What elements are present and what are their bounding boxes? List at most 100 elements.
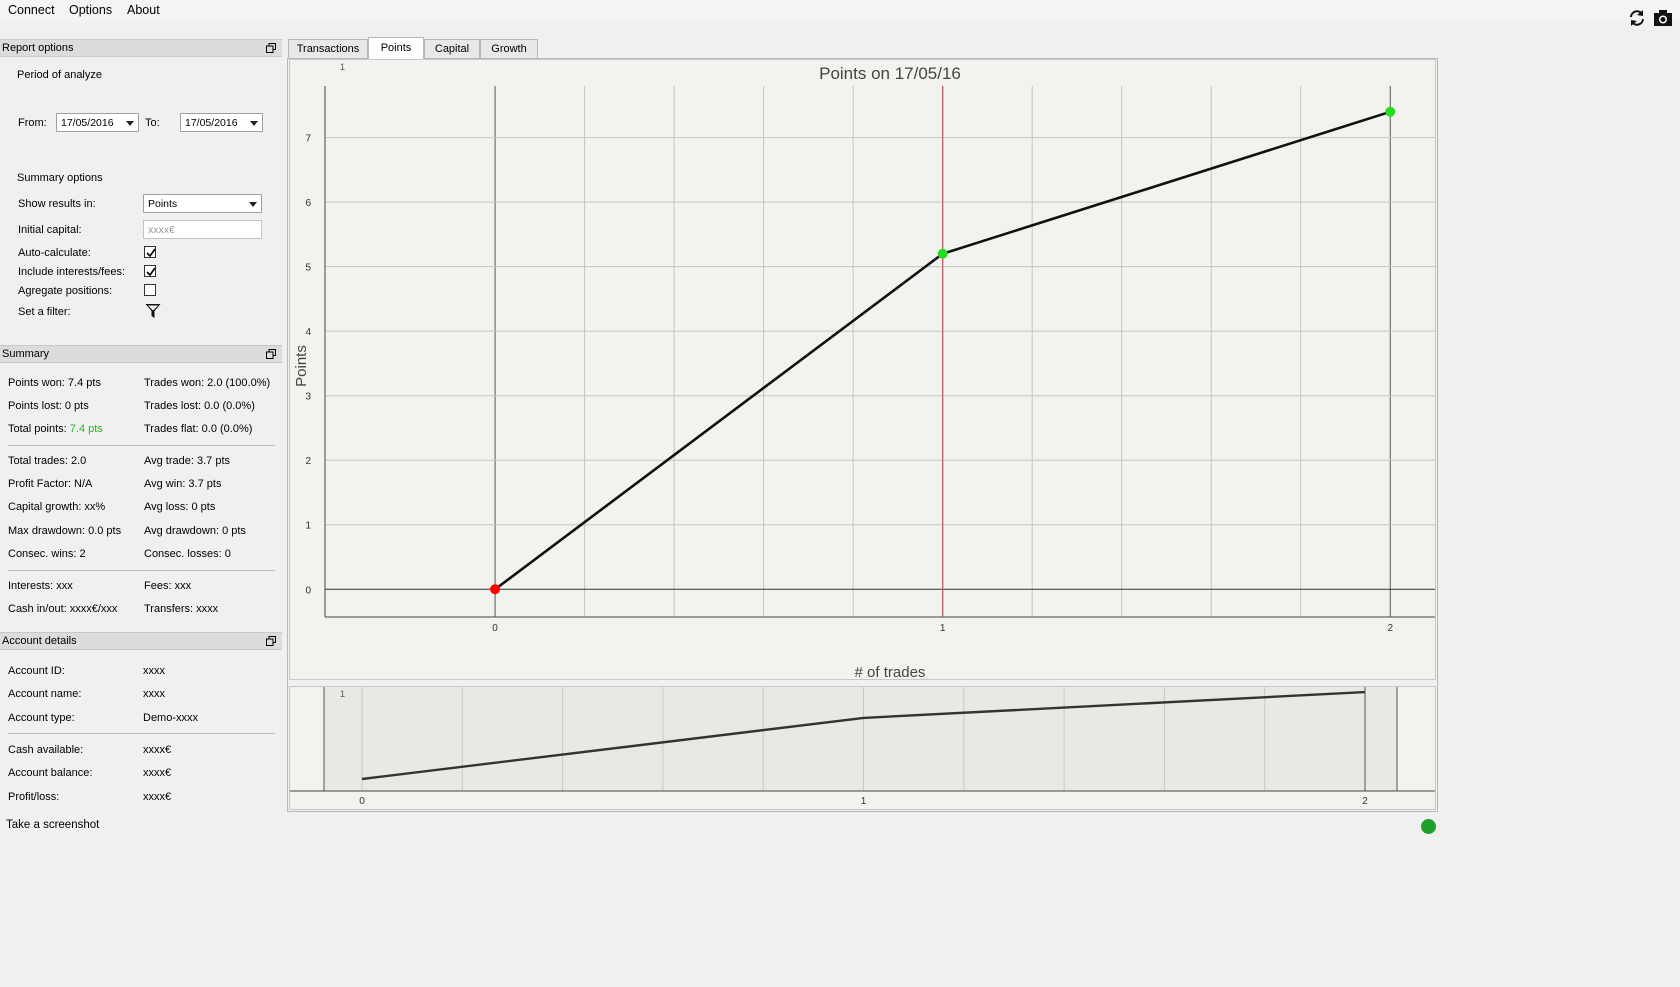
points-won: Points won: 7.4 pts (8, 377, 101, 389)
trades-won: Trades won: 2.0 (100.0%) (144, 377, 271, 389)
points-lost: Points lost: 0 pts (8, 400, 89, 412)
refresh-icon[interactable] (1627, 8, 1647, 28)
account-type-value: Demo-xxxx (143, 712, 199, 724)
from-date-value: 17/05/2016 (61, 117, 114, 129)
separator (8, 445, 275, 446)
account-name-value: xxxx (143, 688, 165, 700)
x-axis-label: # of trades (855, 664, 926, 681)
menu-connect[interactable]: Connect (8, 2, 55, 18)
y-tick-label: 3 (305, 392, 311, 403)
overview-range (324, 687, 1397, 791)
fees: Fees: xxx (144, 580, 192, 592)
avg-drawdown: Avg drawdown: 0 pts (144, 525, 246, 537)
chevron-down-icon (249, 202, 257, 207)
to-date-select[interactable]: 17/05/2016 (180, 113, 263, 132)
menu-bar: Connect Options About (0, 0, 1680, 22)
total-trades: Total trades: 2.0 (8, 455, 87, 467)
camera-icon[interactable] (1653, 8, 1673, 28)
cash-inout: Cash in/out: xxxx€/xxx (8, 603, 118, 615)
total-points-value: 7.4 pts (69, 423, 103, 435)
y-tick-label: 0 (305, 585, 311, 596)
initial-capital-label: Initial capital: (18, 224, 82, 236)
filter-icon[interactable] (145, 303, 161, 319)
float-window-icon[interactable] (266, 349, 276, 359)
overview-x-tick-label: 0 (359, 796, 365, 807)
consec-losses: Consec. losses: 0 (144, 548, 231, 560)
interests: Interests: xxx (8, 580, 73, 592)
tab-capital[interactable]: Capital (424, 39, 480, 58)
checkmark-icon (146, 248, 156, 258)
data-point (937, 248, 948, 259)
account-balance-label: Account balance: (8, 767, 93, 779)
account-id-value: xxxx (143, 665, 165, 677)
consec-wins: Consec. wins: 2 (8, 548, 86, 560)
data-point (490, 584, 501, 595)
overview-chart[interactable]: 0 1 2 1 (289, 686, 1436, 810)
report-options-header: Report options (0, 39, 282, 57)
initial-capital-field[interactable] (143, 220, 262, 239)
cash-available-value: xxxx€ (143, 744, 172, 756)
report-options-title: Report options (2, 42, 74, 54)
to-label: To: (145, 117, 160, 129)
filter-label: Set a filter: (18, 306, 71, 318)
y-tick-label: 1 (305, 521, 311, 532)
y-tick-label: 5 (305, 263, 311, 274)
cash-available-label: Cash available: (8, 744, 84, 756)
overview-x-tick-label: 2 (1362, 796, 1368, 807)
period-label: Period of analyze (17, 69, 102, 81)
chevron-down-icon (250, 121, 258, 126)
show-results-label: Show results in: (18, 198, 96, 210)
from-label: From: (18, 117, 47, 129)
tab-growth[interactable]: Growth (480, 39, 538, 58)
points-chart[interactable]: 0 1 2 3 4 5 6 7 0 1 2 1 Points on 17/05/16 # of trade… (289, 59, 1436, 681)
show-results-select[interactable]: Points (143, 194, 262, 213)
overview-x-tick-label: 1 (861, 796, 867, 807)
float-window-icon[interactable] (266, 636, 276, 646)
avg-win: Avg win: 3.7 pts (144, 478, 222, 490)
total-points: Total points: 7.4 pts (8, 423, 103, 435)
separator (8, 570, 275, 571)
float-window-icon[interactable] (266, 43, 276, 53)
x-tick-label: 0 (492, 623, 498, 634)
account-type-label: Account type: (8, 712, 75, 724)
connection-status-indicator (1421, 819, 1436, 834)
max-drawdown: Max drawdown: 0.0 pts (8, 525, 122, 537)
to-date-value: 17/05/2016 (185, 117, 238, 129)
aggregate-label: Agregate positions: (18, 285, 113, 297)
auto-calculate-checkbox[interactable] (144, 246, 156, 258)
show-results-value: Points (148, 198, 178, 210)
include-interests-checkbox[interactable] (144, 265, 156, 277)
summary-header: Summary (0, 345, 282, 363)
tab-points[interactable]: Points (368, 37, 424, 59)
separator (8, 733, 275, 734)
y-tick-label: 4 (305, 327, 311, 338)
account-id-label: Account ID: (8, 665, 65, 677)
summary-options-label: Summary options (17, 172, 103, 184)
initial-capital-input[interactable] (144, 221, 261, 238)
avg-trade: Avg trade: 3.7 pts (144, 455, 231, 467)
checkmark-icon (146, 267, 156, 277)
trades-flat: Trades flat: 0.0 (0.0%) (144, 423, 253, 435)
aggregate-checkbox[interactable] (144, 284, 156, 296)
y-tick-label: 7 (305, 134, 311, 145)
menu-options[interactable]: Options (69, 2, 112, 18)
y-tick-label: 2 (305, 456, 311, 467)
x-tick-label: 1 (940, 623, 946, 634)
avg-loss: Avg loss: 0 pts (144, 501, 216, 513)
total-points-label: Total points: (8, 423, 70, 435)
overview-chart-svg: 0 1 2 1 (290, 687, 1435, 807)
from-date-select[interactable]: 17/05/2016 (56, 113, 139, 132)
profit-factor: Profit Factor: N/A (8, 478, 93, 490)
trades-lost: Trades lost: 0.0 (0.0%) (144, 400, 255, 412)
tab-transactions[interactable]: Transactions (288, 39, 368, 58)
menu-about[interactable]: About (127, 2, 160, 18)
overview-corner-label: 1 (340, 689, 345, 699)
points-chart-svg: 0 1 2 3 4 5 6 7 0 1 2 1 Points on 17/05/16 # of trade… (293, 62, 1435, 681)
summary-title: Summary (2, 348, 50, 360)
status-text: Take a screenshot (6, 819, 100, 831)
profit-loss-label: Profit/loss: (8, 791, 60, 803)
transfers: Transfers: xxxx (144, 603, 219, 615)
account-details-header: Account details (0, 632, 282, 650)
capital-growth: Capital growth: xx% (8, 501, 106, 513)
chart-title: Points on 17/05/16 (819, 64, 961, 83)
